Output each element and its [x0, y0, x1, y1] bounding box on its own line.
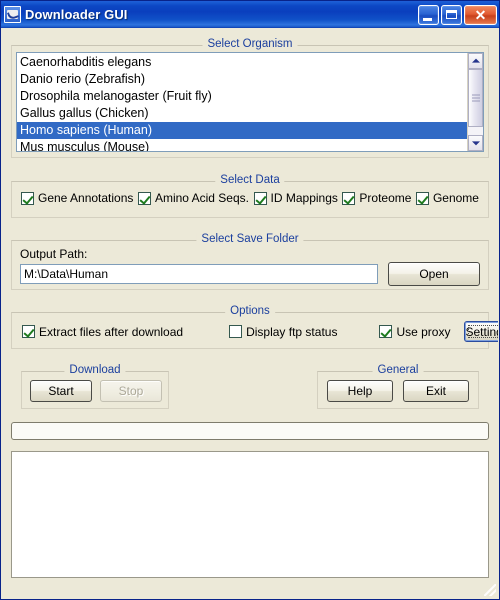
- checkbox-proteome[interactable]: Proteome: [342, 191, 411, 205]
- group-select-save-folder: Select Save Folder Output Path: M:\Data\…: [11, 233, 489, 290]
- list-item-selected[interactable]: Homo sapiens (Human): [17, 122, 467, 139]
- checkbox-icon[interactable]: [342, 191, 356, 205]
- list-item[interactable]: Caenorhabditis elegans: [17, 54, 467, 71]
- scrollbar-track[interactable]: [468, 69, 483, 135]
- maximize-button[interactable]: [441, 4, 462, 25]
- options-row: Extract files after download Display ftp…: [22, 321, 498, 342]
- group-select-organism: Select Organism Caenorhabditis elegans D…: [11, 38, 489, 158]
- grip-lines-icon: [471, 94, 480, 102]
- list-item[interactable]: Drosophila melanogaster (Fruit fly): [17, 88, 467, 105]
- window-title: Downloader GUI: [25, 7, 128, 22]
- checkbox-icon[interactable]: [379, 325, 393, 338]
- stop-button: Stop: [100, 380, 162, 402]
- organism-listbox[interactable]: Caenorhabditis elegans Danio rerio (Zebr…: [16, 52, 484, 152]
- group-legend-select-data: Select Data: [215, 174, 285, 186]
- scrollbar-thumb[interactable]: [468, 69, 483, 127]
- list-item[interactable]: Gallus gallus (Chicken): [17, 105, 467, 122]
- settings-button[interactable]: Settings: [464, 321, 498, 342]
- checkbox-icon[interactable]: [415, 191, 429, 205]
- group-download: Download Start Stop: [21, 364, 169, 409]
- bottom-button-groups: Download Start Stop General Help Exit: [11, 364, 489, 409]
- scroll-up-button[interactable]: [468, 53, 483, 69]
- checkbox-icon[interactable]: [22, 325, 35, 338]
- log-output-area[interactable]: [11, 451, 489, 578]
- caption-button-group: ✕: [418, 4, 497, 25]
- checkbox-label: Extract files after download: [39, 324, 184, 339]
- checkbox-label: Use proxy: [396, 324, 451, 339]
- exit-button[interactable]: Exit: [403, 380, 469, 402]
- checkbox-use-proxy[interactable]: Use proxy: [379, 325, 450, 339]
- client-area: Select Organism Caenorhabditis elegans D…: [1, 28, 499, 599]
- group-select-data: Select Data Gene Annotations Amino Acid …: [11, 174, 489, 218]
- checkbox-extract-files-after-download[interactable]: Extract files after download: [22, 325, 183, 339]
- checkbox-label: Genome: [432, 191, 479, 205]
- checkbox-icon[interactable]: [21, 191, 34, 205]
- group-general: General Help Exit: [317, 364, 479, 409]
- group-options: Options Extract files after download Dis…: [11, 305, 498, 349]
- checkbox-label: Gene Annotations: [38, 191, 134, 205]
- minimize-button[interactable]: [418, 4, 439, 25]
- organism-list-scrollbar[interactable]: [467, 53, 483, 151]
- group-legend-organism: Select Organism: [202, 38, 298, 50]
- checkbox-genome[interactable]: Genome: [415, 191, 479, 205]
- output-path-label: Output Path:: [20, 247, 88, 261]
- group-legend-download: Download: [64, 364, 126, 376]
- close-icon: ✕: [474, 6, 487, 23]
- checkbox-icon[interactable]: [253, 191, 267, 205]
- resize-grip[interactable]: [484, 584, 496, 596]
- list-item[interactable]: Danio rerio (Zebrafish): [17, 71, 467, 88]
- checkbox-label: Proteome: [359, 191, 412, 205]
- checkbox-gene-annotations[interactable]: Gene Annotations: [21, 191, 133, 205]
- help-button[interactable]: Help: [327, 380, 393, 402]
- open-folder-button[interactable]: Open: [388, 262, 480, 286]
- checkbox-id-mappings[interactable]: ID Mappings: [253, 191, 338, 205]
- group-legend-options: Options: [225, 305, 275, 317]
- group-legend-save-folder: Select Save Folder: [196, 233, 304, 245]
- group-legend-general: General: [372, 364, 424, 376]
- chevron-down-icon: [471, 141, 480, 146]
- checkbox-amino-acid-seqs[interactable]: Amino Acid Seqs.: [137, 191, 249, 205]
- download-progress-bar: [11, 422, 489, 440]
- checkbox-label: Amino Acid Seqs.: [154, 191, 249, 205]
- organism-list-items: Caenorhabditis elegans Danio rerio (Zebr…: [17, 53, 467, 151]
- select-data-checkbox-row: Gene Annotations Amino Acid Seqs. ID Map…: [21, 191, 479, 205]
- start-button[interactable]: Start: [30, 380, 92, 402]
- list-item[interactable]: Mus musculus (Mouse): [17, 139, 467, 151]
- chevron-up-icon: [471, 58, 480, 63]
- checkbox-icon[interactable]: [229, 325, 243, 338]
- app-icon: [4, 6, 21, 23]
- output-path-input[interactable]: M:\Data\Human: [20, 264, 378, 284]
- close-button[interactable]: ✕: [464, 4, 497, 25]
- scroll-down-button[interactable]: [468, 135, 483, 151]
- title-bar[interactable]: Downloader GUI ✕: [1, 1, 499, 28]
- checkbox-label: ID Mappings: [270, 191, 338, 205]
- checkbox-display-ftp-status[interactable]: Display ftp status: [229, 325, 337, 339]
- checkbox-icon[interactable]: [137, 191, 151, 205]
- application-window: Downloader GUI ✕ Select Organism Caenorh…: [0, 0, 500, 600]
- checkbox-label: Display ftp status: [246, 324, 338, 339]
- focus-indicator: [468, 325, 498, 338]
